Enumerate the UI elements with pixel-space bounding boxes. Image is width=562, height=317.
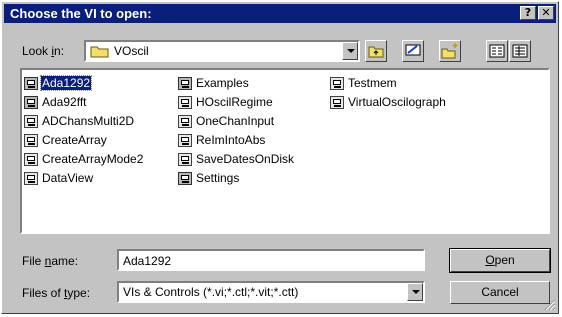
file-name-input[interactable]: Ada1292: [117, 249, 425, 271]
details-view-icon: [512, 44, 528, 58]
vi-file-icon: [24, 172, 38, 185]
chevron-down-icon[interactable]: [407, 283, 423, 301]
project-vi-icon: [178, 77, 192, 90]
desktop-icon: [405, 44, 421, 56]
file-type-dropdown[interactable]: VIs & Controls (*.vi;*.ctl;*.vit;*.ctt): [117, 281, 425, 303]
vi-file-icon: [178, 153, 192, 166]
help-button[interactable]: ?: [520, 6, 536, 20]
files-of-type-label: Files of type:: [22, 286, 91, 300]
file-type-value: VIs & Controls (*.vi;*.ctl;*.vit;*.ctt): [123, 285, 299, 299]
list-view-icon: [489, 44, 505, 58]
folder-icon: [90, 46, 109, 58]
open-file-dialog: Choose the VI to open: ? ✕ Look in: VOsc…: [1, 1, 559, 314]
vi-file-icon: [178, 134, 192, 147]
vi-file-icon: [24, 115, 38, 128]
look-in-label: Look in:: [22, 44, 65, 58]
details-view-button[interactable]: [509, 40, 531, 62]
cancel-button[interactable]: Cancel: [450, 281, 550, 304]
new-folder-icon: [441, 43, 458, 59]
vi-file-icon: [178, 115, 192, 128]
desktop-button[interactable]: [402, 40, 424, 62]
list-view-button[interactable]: [486, 40, 508, 62]
close-button[interactable]: ✕: [538, 6, 554, 20]
vi-file-icon: [24, 153, 38, 166]
open-button[interactable]: Open: [449, 248, 551, 273]
new-folder-button[interactable]: [439, 40, 461, 62]
vi-file-icon: [178, 96, 192, 109]
vi-file-icon: [330, 96, 344, 109]
chevron-down-icon[interactable]: [342, 42, 358, 60]
file-list[interactable]: Ada1292 Ada92fft ADChansMulti2D CreateAr…: [20, 68, 550, 234]
resize-grip-icon[interactable]: [544, 299, 556, 311]
file-name-label: File name:: [22, 254, 79, 268]
dialog-title: Choose the VI to open:: [10, 6, 152, 21]
up-folder-button[interactable]: [365, 40, 387, 62]
project-vi-icon: [24, 77, 38, 90]
title-bar[interactable]: Choose the VI to open: ? ✕: [4, 4, 556, 23]
vi-file-icon: [330, 77, 344, 90]
vi-file-icon: [24, 134, 38, 147]
look-in-value: VOscil: [114, 44, 149, 58]
up-folder-icon: [368, 46, 384, 58]
look-in-dropdown[interactable]: VOscil: [84, 40, 360, 62]
project-vi-icon: [24, 96, 38, 109]
project-vi-icon: [178, 172, 192, 185]
